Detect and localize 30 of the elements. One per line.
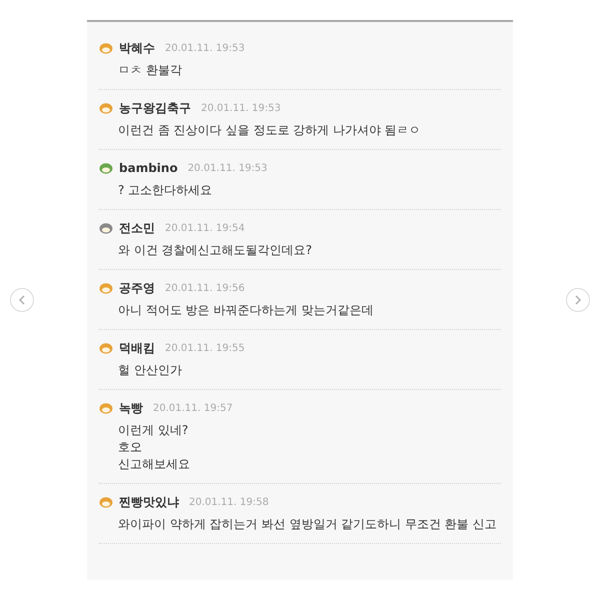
comment-text: 신고해보세요: [118, 456, 191, 473]
author-name: 덕배킴: [119, 340, 155, 357]
comment-time: 20.01.11. 19:57: [153, 402, 233, 416]
comment-time: 20.01.11. 19:56: [165, 282, 245, 296]
author-name: 농구왕김축구: [119, 100, 191, 117]
chevron-left-icon: [18, 295, 26, 305]
comment-time: 20.01.11. 19:53: [188, 162, 268, 176]
comment-text: ? 고소한다하세요: [118, 182, 214, 199]
comment-text: 와 이건 경찰에신고해도될각인데요?: [118, 242, 313, 259]
chevron-right-icon: [574, 295, 582, 305]
author-name: 전소민: [119, 220, 155, 237]
author-name: 공주영: [119, 280, 155, 297]
comment-text: 와이파이 약하게 잡히는거 봐선 옆방일거 같기도하니 무조건 환불 신고: [118, 516, 498, 533]
comment-text: 이런건 좀 진상이다 싶을 정도로 강하게 나가셔야 됨ㄹㅇ: [118, 122, 422, 139]
previous-button[interactable]: [10, 288, 34, 312]
comment-text: 아니 적어도 방은 바꿔준다하는게 맞는거같은데: [118, 302, 374, 319]
comment-time: 20.01.11. 19:53: [201, 102, 281, 116]
author-name: 녹빵: [119, 400, 143, 417]
comment-text: 헐 안산인가: [118, 362, 183, 379]
author-name: bambino: [119, 160, 178, 177]
comment-text: 이런게 있네?: [118, 422, 190, 439]
next-button[interactable]: [566, 288, 590, 312]
comment-time: 20.01.11. 19:54: [165, 222, 245, 236]
author-name: 박혜수: [119, 40, 155, 57]
comment-time: 20.01.11. 19:53: [165, 42, 245, 56]
comment-text: ㅁㅊ 환불각: [118, 62, 183, 79]
comment-time: 20.01.11. 19:55: [165, 342, 245, 356]
author-name: 찐빵맛있냐: [119, 494, 179, 511]
comment-time: 20.01.11. 19:58: [189, 496, 269, 510]
comment-text: 호오: [118, 439, 143, 456]
